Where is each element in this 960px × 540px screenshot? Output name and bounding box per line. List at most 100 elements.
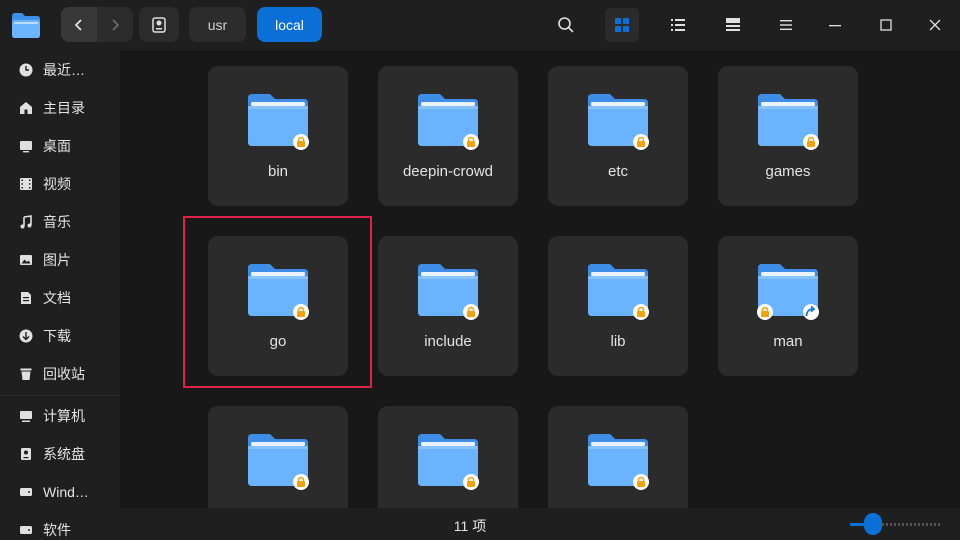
sidebar-item-recent[interactable]: 最近…: [0, 53, 120, 87]
sidebar: 最近… 主目录 桌面 视频 音乐 图片 文档 下载 回收站 计算机 系统盘 Wi…: [0, 50, 120, 540]
home-icon: [20, 102, 32, 114]
folder-item[interactable]: etc: [548, 66, 688, 206]
file-manager-app-icon: [10, 9, 42, 41]
status-bar: 11 项: [120, 508, 960, 540]
music-icon: [20, 215, 32, 229]
folder-icon: [248, 434, 309, 490]
sidebar-item-label: 系统盘: [43, 446, 85, 462]
folder-icon: [418, 434, 479, 490]
forward-button[interactable]: [97, 7, 133, 42]
lock-badge-icon: [293, 134, 309, 150]
grid-view-icon: [615, 18, 629, 32]
lock-badge-icon: [463, 474, 479, 490]
folder-name: lib: [610, 333, 626, 350]
sidebar-item-system-disk[interactable]: 系统盘: [0, 437, 120, 471]
search-icon: [558, 17, 574, 33]
chevron-left-icon: [74, 18, 82, 31]
breadcrumb-usr[interactable]: usr: [189, 7, 246, 42]
sidebar-item-music[interactable]: 音乐: [0, 205, 120, 239]
folder-item[interactable]: lib: [548, 236, 688, 376]
search-button[interactable]: [549, 8, 583, 42]
list-view-icon: [671, 19, 685, 31]
folder-icon: [588, 434, 649, 490]
folder-icon: [758, 94, 819, 150]
video-icon: [20, 178, 32, 190]
folder-item[interactable]: [208, 406, 348, 508]
breadcrumb-root-disk[interactable]: [139, 7, 179, 42]
folder-name: include: [424, 333, 472, 350]
zoom-slider-fill: [850, 523, 864, 526]
maximize-button[interactable]: [869, 8, 903, 42]
sidebar-item-label: 软件: [43, 522, 71, 538]
trash-icon: [20, 368, 32, 380]
folder-name: games: [765, 163, 811, 180]
minimize-button[interactable]: [818, 8, 852, 42]
main-menu-button[interactable]: [769, 8, 803, 42]
symlink-badge-icon: [803, 304, 819, 320]
close-button[interactable]: [918, 8, 952, 42]
document-icon: [21, 292, 31, 304]
download-icon: [19, 329, 33, 343]
chevron-right-icon: [112, 18, 120, 31]
tree-view-button[interactable]: [716, 8, 750, 42]
folder-name: man: [773, 333, 803, 350]
sidebar-item-pictures[interactable]: 图片: [0, 243, 120, 277]
folder-item[interactable]: include: [378, 236, 518, 376]
navigation-buttons: [61, 7, 133, 42]
breadcrumb-local[interactable]: local: [257, 7, 322, 42]
sidebar-item-label: 音乐: [43, 214, 71, 230]
sidebar-item-software-disk[interactable]: 软件: [0, 513, 120, 540]
lock-badge-icon: [633, 304, 649, 320]
sidebar-item-label: 回收站: [43, 366, 85, 382]
sidebar-item-downloads[interactable]: 下载: [0, 319, 120, 353]
folder-icon: [757, 264, 819, 320]
sidebar-item-label: 计算机: [43, 408, 85, 424]
sidebar-item-home[interactable]: 主目录: [0, 91, 120, 125]
folder-name: bin: [267, 163, 289, 180]
item-count: 11 项: [453, 518, 487, 534]
folder-item[interactable]: deepin-crowd: [378, 66, 518, 206]
sidebar-item-label: 图片: [43, 252, 71, 268]
title-bar: usr local: [0, 0, 960, 50]
folder-name: deepin-crowd: [402, 163, 494, 180]
folder-item[interactable]: games: [718, 66, 858, 206]
sidebar-item-desktop[interactable]: 桌面: [0, 129, 120, 163]
sidebar-item-windows-disk[interactable]: Wind…: [0, 475, 120, 509]
folder-item[interactable]: [378, 406, 518, 508]
computer-icon: [20, 411, 32, 422]
sidebar-item-label: 视频: [43, 176, 71, 192]
folder-icon: [418, 94, 479, 150]
sidebar-item-label: 文档: [43, 290, 71, 306]
folder-icon: [418, 264, 479, 320]
menu-icon: [780, 20, 792, 30]
lock-badge-icon: [633, 474, 649, 490]
lock-badge-icon: [757, 304, 773, 320]
lock-badge-icon: [463, 304, 479, 320]
folder-item[interactable]: [548, 406, 688, 508]
close-icon: [929, 19, 941, 31]
sidebar-item-documents[interactable]: 文档: [0, 281, 120, 315]
folder-item[interactable]: man: [718, 236, 858, 376]
folder-item[interactable]: bin: [208, 66, 348, 206]
sidebar-item-trash[interactable]: 回收站: [0, 357, 120, 391]
grid-view-button[interactable]: [605, 8, 639, 42]
highlight-annotation-box: [183, 216, 372, 388]
lock-badge-icon: [803, 134, 819, 150]
desktop-icon: [20, 141, 32, 153]
clock-icon: [19, 63, 33, 77]
lock-badge-icon: [293, 474, 309, 490]
list-view-button[interactable]: [661, 8, 695, 42]
folder-icon: [248, 94, 309, 150]
sidebar-item-label: Wind…: [43, 484, 89, 500]
minimize-icon: [829, 25, 841, 27]
lock-badge-icon: [633, 134, 649, 150]
back-button[interactable]: [61, 7, 97, 42]
zoom-slider-handle[interactable]: [864, 513, 882, 535]
folder-name: etc: [607, 163, 628, 180]
file-grid: bin deepin-crowd etc games go include lib man: [120, 50, 960, 508]
maximize-icon: [880, 19, 892, 31]
sidebar-item-videos[interactable]: 视频: [0, 167, 120, 201]
sidebar-item-label: 下载: [43, 328, 71, 344]
tree-view-icon: [726, 18, 740, 31]
sidebar-item-computer[interactable]: 计算机: [0, 399, 120, 433]
